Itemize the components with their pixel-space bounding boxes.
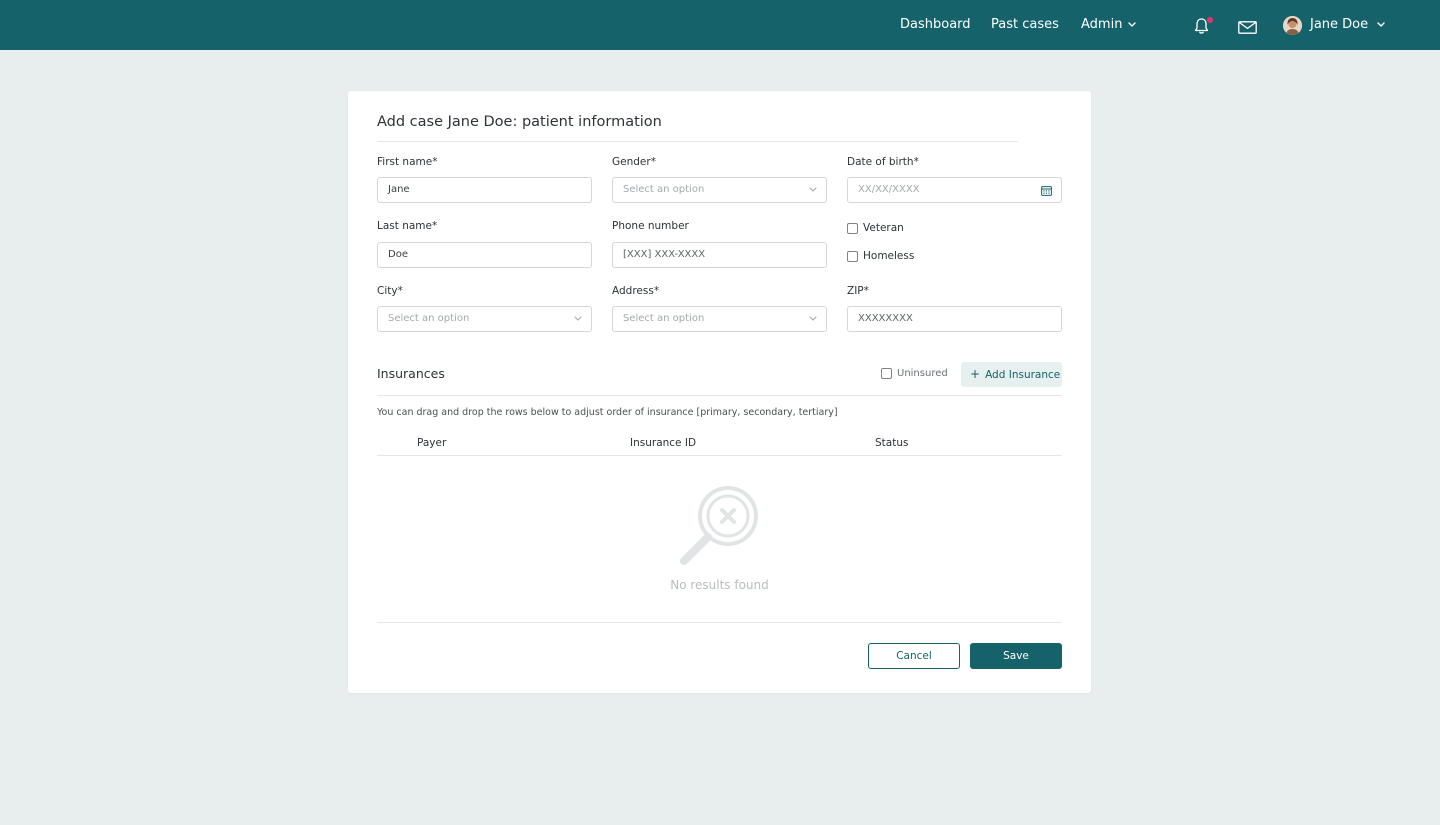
- homeless-checkbox[interactable]: Homeless: [847, 250, 914, 262]
- user-name: Jane Doe: [1310, 17, 1369, 32]
- insurances-heading: Insurances: [377, 366, 445, 381]
- empty-state-text: No results found: [670, 578, 769, 592]
- plus-icon: +: [970, 367, 981, 381]
- title-divider: [377, 141, 1018, 142]
- dob-label: Date of birth*: [847, 156, 919, 168]
- dob-placeholder: XX/XX/XXXX: [858, 184, 920, 195]
- chevron-down-icon: [809, 316, 817, 321]
- add-insurance-button[interactable]: + Add Insurance: [961, 362, 1062, 387]
- chevron-down-icon: [1128, 22, 1137, 27]
- save-button[interactable]: Save: [970, 643, 1062, 669]
- veteran-checkbox-box[interactable]: [847, 222, 858, 234]
- address-label: Address*: [612, 285, 660, 297]
- no-results-search-icon: [680, 486, 758, 565]
- nav-link-past-cases[interactable]: Past cases: [991, 16, 1059, 34]
- mail-icon[interactable]: [1238, 19, 1257, 38]
- avatar[interactable]: [1283, 16, 1302, 35]
- last-name-label: Last name*: [377, 220, 438, 232]
- nav-link-dashboard[interactable]: Dashboard: [900, 16, 971, 34]
- first-name-label: First name*: [377, 156, 438, 168]
- uninsured-checkbox-box[interactable]: [881, 368, 892, 379]
- footer-divider: [377, 622, 1062, 623]
- uninsured-checkbox[interactable]: Uninsured: [881, 368, 948, 379]
- notification-badge: [1207, 17, 1213, 23]
- top-navbar: Dashboard Past cases Admin Jane Doe: [0, 0, 1440, 50]
- address-select-placeholder: Select an option: [623, 313, 705, 324]
- uninsured-label: Uninsured: [897, 368, 948, 379]
- user-menu[interactable]: Jane Doe: [1310, 16, 1385, 34]
- gender-select[interactable]: Select an option: [612, 177, 827, 203]
- phone-label: Phone number: [612, 220, 689, 232]
- first-name-input[interactable]: Jane: [377, 177, 592, 203]
- chevron-down-icon: [1377, 22, 1385, 27]
- zip-input[interactable]: XXXXXXXX: [847, 306, 1062, 332]
- page-title: Add case Jane Doe: patient information: [377, 114, 662, 130]
- gender-select-placeholder: Select an option: [623, 184, 705, 195]
- phone-input[interactable]: [XXX] XXX-XXXX: [612, 242, 827, 268]
- add-insurance-label: Add Insurance: [985, 369, 1061, 381]
- table-header-divider: [377, 455, 1062, 456]
- chevron-down-icon: [809, 187, 817, 192]
- homeless-checkbox-box[interactable]: [847, 250, 858, 262]
- column-header-insurance-id[interactable]: Insurance ID: [630, 437, 696, 449]
- veteran-checkbox[interactable]: Veteran: [847, 222, 904, 234]
- zip-label: ZIP*: [847, 285, 869, 297]
- veteran-label: Veteran: [863, 222, 904, 234]
- chevron-down-icon: [574, 316, 582, 321]
- insurances-divider: [377, 395, 1062, 396]
- city-select[interactable]: Select an option: [377, 306, 592, 332]
- city-label: City*: [377, 285, 403, 297]
- city-select-placeholder: Select an option: [388, 313, 470, 324]
- last-name-input[interactable]: Doe: [377, 242, 592, 268]
- address-select[interactable]: Select an option: [612, 306, 827, 332]
- patient-info-card: Add case Jane Doe: patient information F…: [348, 91, 1091, 693]
- nav-admin-label: Admin: [1081, 17, 1123, 32]
- calendar-icon[interactable]: [1041, 185, 1052, 196]
- gender-label: Gender*: [612, 156, 656, 168]
- cancel-button[interactable]: Cancel: [868, 643, 960, 669]
- nav-link-admin[interactable]: Admin: [1081, 16, 1137, 34]
- homeless-label: Homeless: [863, 250, 915, 262]
- dob-input[interactable]: XX/XX/XXXX: [847, 177, 1062, 203]
- column-header-payer[interactable]: Payer: [417, 437, 446, 449]
- column-header-status[interactable]: Status: [875, 437, 908, 449]
- insurance-order-hint: You can drag and drop the rows below to …: [377, 407, 838, 418]
